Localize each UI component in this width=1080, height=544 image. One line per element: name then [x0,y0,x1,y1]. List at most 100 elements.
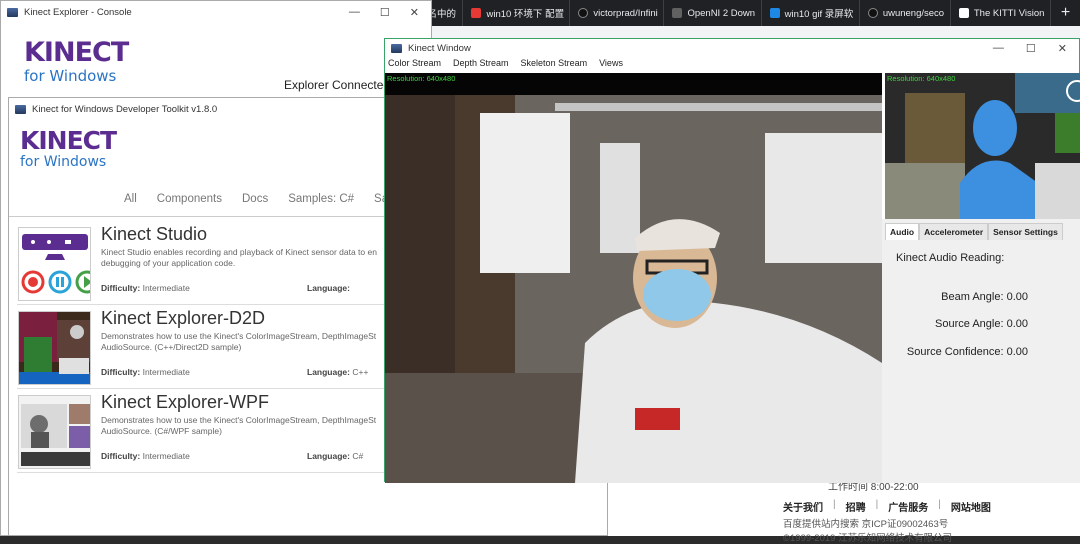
footer-link-jobs[interactable]: 招聘 [846,499,866,514]
source-confidence-reading: Source Confidence: 0.00 [907,346,1028,358]
language-label: Language: [307,283,350,293]
tab-sensor-settings[interactable]: Sensor Settings [988,223,1063,240]
difficulty-label: Difficulty: [101,451,141,461]
nav-samples-csharp[interactable]: Samples: C# [288,193,354,205]
menu-depth-stream[interactable]: Depth Stream [453,58,509,73]
difficulty-value: Intermediate [142,367,190,377]
sample-item[interactable]: Kinect Explorer-D2D Demonstrates how to … [17,305,397,389]
tab-label: win10 环境下 配置 [486,9,565,20]
sample-item[interactable]: Kinect Studio Kinect Studio enables reco… [17,221,397,305]
beam-angle-reading: Beam Angle: 0.00 [941,291,1028,303]
tab-favicon-icon [958,8,969,18]
kinect-logo: KINECT for Windows [24,37,129,86]
browser-tab[interactable]: OpenNI 2 Down [664,0,762,26]
kinect-explorer-wpf-thumbnail [18,395,91,469]
logo-sub: for Windows [20,154,107,170]
minimize-button[interactable]: — [349,6,360,19]
sample-description: Demonstrates how to use the Kinect's Col… [101,415,377,436]
wpf-preview-thumbnail [19,396,90,468]
close-button[interactable]: ✕ [410,6,419,19]
nav-components[interactable]: Components [157,193,222,205]
language-value: C# [352,451,364,461]
tab-favicon-icon [769,8,780,18]
kinect-logo: KINECT for Windows [20,126,117,171]
reading-value: 0.00 [1006,318,1028,330]
menu-views[interactable]: Views [599,58,623,73]
browser-tab[interactable]: The KITTI Vision [951,0,1051,26]
sensor-info-panel: Audio Accelerometer Sensor Settings Kine… [882,219,1080,483]
maximize-button[interactable]: ☐ [380,6,390,19]
app-icon [7,7,18,17]
kinect-explorer-d2d-thumbnail [18,311,91,385]
footer-copyright: ©1999-2019 江苏乐知网络技术有限公司 [783,533,953,544]
tab-label: OpenNI 2 Down [687,7,756,19]
minimize-button[interactable]: — [993,42,1004,55]
browser-tab[interactable]: win10 环境下 配置 [463,0,571,26]
browser-tab[interactable]: uwuneng/seco [860,0,951,26]
toolkit-title: Kinect for Windows Developer Toolkit v1.… [32,103,218,115]
sample-title[interactable]: Kinect Explorer-WPF [101,392,269,413]
tab-accelerometer[interactable]: Accelerometer [919,223,989,240]
difficulty-value: Intermediate [142,283,190,293]
language-label: Language: [307,451,350,461]
language-value: C++ [352,367,369,377]
tab-audio[interactable]: Audio [885,223,920,240]
maximize-button[interactable]: ☐ [1026,42,1036,55]
color-resolution-label: Resolution: 640x480 [387,74,456,83]
nav-all[interactable]: All [124,193,137,205]
separator: | [875,499,879,510]
depth-preview-thumbnail [19,312,90,384]
logo-sub: for Windows [24,67,117,85]
menu-color-stream[interactable]: Color Stream [388,58,441,73]
footer-links: 关于我们 | 招聘 | 广告服务 | 网站地图 [783,499,991,514]
difficulty-label: Difficulty: [101,283,141,293]
toolkit-nav: All Components Docs Samples: C# Samp [124,193,404,205]
sample-difficulty: Difficulty: Intermediate [101,367,190,377]
new-tab-button[interactable]: + [1051,0,1080,26]
footer-link-ads[interactable]: 广告服务 [888,499,928,514]
nav-docs[interactable]: Docs [242,193,268,205]
sample-item[interactable]: Kinect Explorer-WPF Demonstrates how to … [17,389,397,473]
sample-title[interactable]: Kinect Studio [101,224,207,245]
language-label: Language: [307,367,350,377]
sample-description: Kinect Studio enables recording and play… [101,247,377,268]
footer-link-about[interactable]: 关于我们 [783,499,823,514]
app-icon [15,104,26,114]
sensor-tabs: Audio Accelerometer Sensor Settings [885,223,1063,240]
depth-stream-view: Resolution: 640x480 [885,73,1080,219]
tab-favicon-icon [672,8,683,18]
source-angle-reading: Source Angle: 0.00 [935,318,1028,330]
tab-label: The KITTI Vision [973,7,1045,19]
sample-title[interactable]: Kinect Explorer-D2D [101,308,265,329]
kinect-window: Kinect Window — ☐ ✕ Color Stream Depth S… [384,38,1080,483]
kinect-studio-thumbnail [18,227,91,301]
sample-description: Demonstrates how to use the Kinect's Col… [101,331,377,352]
browser-tab-strip: 报名中的 win10 环境下 配置 victorprad/Infini Open… [395,0,1080,26]
depth-resolution-label: Resolution: 640x480 [887,74,956,83]
kinect-studio-icon [21,234,90,294]
difficulty-value: Intermediate [142,451,190,461]
reading-label: Source Confidence: [906,346,1004,358]
tab-label: win10 gif 录屏软 [784,9,854,20]
console-title-bar: Kinect Explorer - Console — ☐ ✕ [1,1,431,23]
audio-reading-heading: Kinect Audio Reading: [896,252,1005,264]
close-button[interactable]: ✕ [1058,42,1067,55]
depth-feed-image [885,73,1080,219]
separator: | [833,499,836,510]
github-icon [867,8,878,18]
kinect-menu-bar: Color Stream Depth Stream Skeleton Strea… [385,58,623,73]
menu-skeleton-stream[interactable]: Skeleton Stream [521,58,588,73]
logo-word: KINECT [20,126,117,155]
footer-link-sitemap[interactable]: 网站地图 [951,499,991,514]
sample-language: Language: [307,283,350,293]
reading-label: Beam Angle: [941,291,1004,303]
sample-language: Language: C# [307,451,363,461]
browser-tab[interactable]: win10 gif 录屏软 [762,0,860,26]
kinect-window-title-bar: Kinect Window — ☐ ✕ [385,39,1079,58]
sample-difficulty: Difficulty: Intermediate [101,451,190,461]
logo-word: KINECT [24,37,129,68]
github-icon [578,8,589,18]
app-icon [391,44,402,53]
browser-tab[interactable]: victorprad/Infini [570,0,665,26]
tab-label: victorprad/Infini [593,7,658,19]
